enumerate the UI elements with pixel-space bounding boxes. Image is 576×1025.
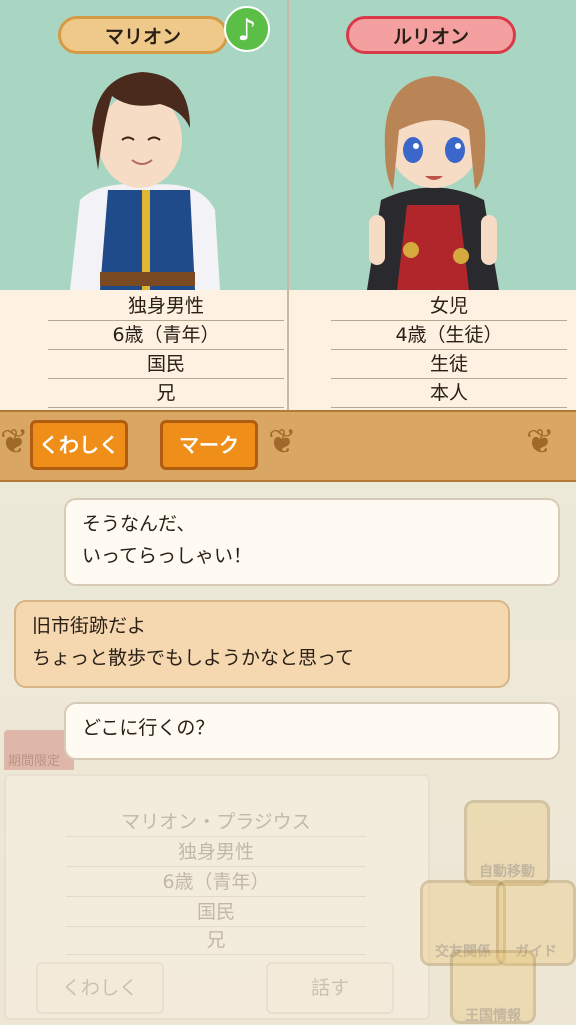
ornament-center-icon: ❦ — [268, 422, 297, 462]
chat-line: そうなんだ、 — [82, 513, 196, 535]
right-info-relation: 本人 — [331, 379, 567, 408]
auto-move-menu: 自動移動 — [464, 800, 550, 886]
bg-full-name: マリオン・プラジウス — [66, 808, 366, 837]
left-character-info: 独身男性 6歳（青年） 国民 兄 — [0, 290, 287, 410]
chat-bubble-right-1: そうなんだ、 いってらっしゃい！ — [64, 498, 560, 586]
ornament-right-icon: ❦ — [526, 422, 555, 462]
right-character-info: 女児 4歳（生徒） 生徒 本人 — [289, 290, 576, 410]
chat-line: ちょっと散歩でもしようかなと思って — [32, 647, 355, 669]
left-info-role: 国民 — [48, 350, 284, 379]
bg-info-status: 独身男性 — [66, 838, 366, 867]
left-info-relation: 兄 — [48, 379, 284, 408]
right-info-age: 4歳（生徒） — [331, 321, 567, 350]
mark-button[interactable]: マーク — [160, 420, 258, 470]
chat-line: 旧市街跡だよ — [32, 615, 147, 637]
action-bar: ❦ ❦ ❦ くわしく マーク — [0, 410, 576, 482]
music-note-icon[interactable]: ♪ — [224, 6, 270, 52]
details-button[interactable]: くわしく — [30, 420, 128, 470]
chat-line: いってらっしゃい！ — [82, 545, 253, 567]
bg-talk-button: 話す — [266, 962, 394, 1014]
left-character-name: マリオン — [58, 16, 228, 54]
right-info-status: 女児 — [331, 292, 567, 321]
right-character-name: ルリオン — [346, 16, 516, 54]
right-info-role: 生徒 — [331, 350, 567, 379]
chat-bubble-left-1: 旧市街跡だよ ちょっと散歩でもしようかなと思って — [14, 600, 510, 688]
left-info-status: 独身男性 — [48, 292, 284, 321]
bg-info-age: 6歳（青年） — [66, 868, 366, 897]
left-info-age: 6歳（青年） — [48, 321, 284, 350]
limited-badge-label: 期間限定 — [8, 754, 61, 769]
bg-details-button: くわしく — [36, 962, 164, 1014]
bg-info-role: 国民 — [66, 898, 366, 927]
chat-bubble-right-2: どこに行くの？ — [64, 702, 560, 760]
ornament-left-icon: ❦ — [0, 422, 29, 462]
kingdom-info-menu: 王国情報 — [450, 950, 536, 1024]
bg-info-relation: 兄 — [66, 926, 366, 955]
chat-line: どこに行くの？ — [82, 717, 215, 739]
